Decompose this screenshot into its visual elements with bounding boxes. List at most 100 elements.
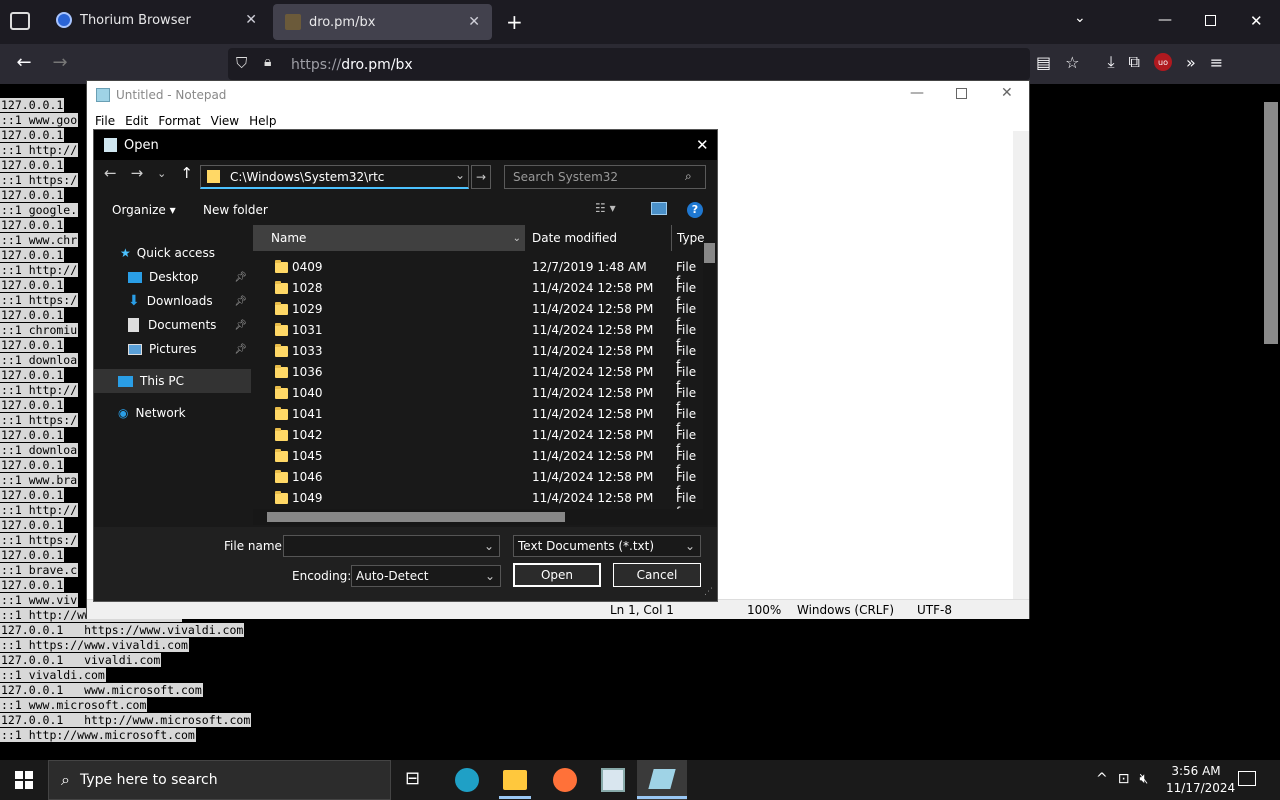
organize-button[interactable]: Organize ▾ <box>112 203 176 217</box>
go-arrow-icon[interactable]: → <box>471 165 491 189</box>
pin-icon[interactable]: 📌︎ <box>234 320 247 331</box>
pin-icon[interactable]: 📌︎ <box>234 272 247 283</box>
column-header-name[interactable]: Name ⌄ <box>253 225 525 251</box>
menu-file[interactable]: File <box>95 114 115 128</box>
file-row[interactable]: 1046 11/4/2024 12:58 PM File f <box>253 467 703 498</box>
help-icon[interactable]: ? <box>687 202 703 218</box>
close-button[interactable]: ✕ <box>696 136 709 154</box>
shield-icon[interactable]: ⛉ <box>236 54 247 72</box>
file-row[interactable]: 1031 11/4/2024 12:58 PM File f <box>253 320 703 351</box>
downloads-icon[interactable]: ⤓ <box>1107 52 1114 72</box>
close-icon[interactable]: ✕ <box>468 14 480 30</box>
notepad-scrollbar[interactable] <box>1013 131 1029 599</box>
notepad-titlebar[interactable]: Untitled - Notepad — ✕ <box>87 81 1029 109</box>
chevron-up-icon[interactable]: ^ <box>1096 771 1108 787</box>
notifications-icon[interactable] <box>1238 771 1256 786</box>
minimize-button[interactable]: — <box>910 85 924 101</box>
chevron-down-icon[interactable]: ⌄ <box>1074 10 1086 26</box>
clock[interactable]: 3:56 AM 11/17/2024 <box>1166 763 1235 797</box>
tab-dro[interactable]: dro.pm/bx ✕ <box>273 4 492 40</box>
task-view-icon[interactable]: ⊟ <box>405 768 429 792</box>
chevron-down-icon[interactable]: ⌄ <box>513 233 521 244</box>
preview-pane-icon[interactable] <box>651 202 667 215</box>
menu-edit[interactable]: Edit <box>125 114 148 128</box>
address-bar[interactable]: C:\Windows\System32\rtc ⌄ <box>200 165 469 189</box>
overflow-icon[interactable]: » <box>1186 53 1196 72</box>
chevron-down-icon[interactable]: ⌄ <box>455 168 465 182</box>
nav-downloads[interactable]: ⬇ Downloads 📌︎ <box>94 289 251 313</box>
new-folder-button[interactable]: New folder <box>203 203 268 217</box>
network-icon[interactable]: ⊡ <box>1118 771 1130 787</box>
resize-grip[interactable]: ⋰ <box>704 587 713 597</box>
new-tab-button[interactable]: + <box>506 10 523 34</box>
menu-icon[interactable]: ≡ <box>1210 53 1223 72</box>
pin-icon[interactable]: 📌︎ <box>234 296 247 307</box>
address-text[interactable]: C:\Windows\System32\rtc <box>230 170 384 184</box>
restore-button[interactable] <box>1205 15 1216 26</box>
encoding-select[interactable]: Auto-Detect ⌄ <box>351 565 501 587</box>
chevron-down-icon[interactable]: ⌄ <box>685 539 695 553</box>
minimize-button[interactable]: — <box>1158 12 1172 28</box>
up-button[interactable]: ↑ <box>180 164 193 182</box>
nav-this-pc[interactable]: This PC <box>94 369 251 393</box>
bookmark-star-icon[interactable]: ☆ <box>1065 53 1079 72</box>
close-icon[interactable]: ✕ <box>245 12 257 28</box>
chevron-down-icon[interactable]: ⌄ <box>485 569 495 583</box>
recent-locations-icon[interactable]: ⌄ <box>157 167 166 180</box>
dialog-titlebar[interactable]: Open ✕ <box>94 130 717 160</box>
app-icon[interactable] <box>601 768 625 792</box>
file-row[interactable]: 1036 11/4/2024 12:58 PM File f <box>253 362 703 393</box>
column-header-date[interactable]: Date modified <box>527 225 667 251</box>
file-row[interactable]: 1045 11/4/2024 12:58 PM File f <box>253 446 703 477</box>
extensions-icon[interactable]: ⧉ <box>1129 52 1140 72</box>
ublock-icon[interactable]: uo <box>1153 53 1172 71</box>
file-row[interactable]: 1028 11/4/2024 12:58 PM File f <box>253 278 703 309</box>
vertical-scrollbar[interactable] <box>703 241 716 509</box>
taskbar-search[interactable]: ⌕ Type here to search <box>48 760 391 800</box>
file-row[interactable]: 1042 11/4/2024 12:58 PM File f <box>253 425 703 456</box>
tab-thorium[interactable]: Thorium Browser ✕ <box>44 0 269 40</box>
forward-button[interactable]: → <box>46 52 74 73</box>
windows-start-icon[interactable] <box>15 771 33 789</box>
search-input[interactable]: Search System32 ⌕ <box>504 165 706 189</box>
url-text[interactable]: https://dro.pm/bx <box>291 57 413 73</box>
cancel-button[interactable]: Cancel <box>613 563 701 587</box>
back-button[interactable]: ← <box>10 52 38 73</box>
maximize-button[interactable] <box>956 88 967 99</box>
tab-overview-icon[interactable] <box>10 12 30 30</box>
edge-icon[interactable] <box>455 768 479 792</box>
scrollbar-thumb[interactable] <box>267 512 565 522</box>
menu-view[interactable]: View <box>211 114 239 128</box>
close-button[interactable]: ✕ <box>1001 85 1013 101</box>
page-scrollbar-thumb[interactable] <box>1264 102 1278 344</box>
file-row[interactable]: 1049 11/4/2024 12:58 PM File f <box>253 488 703 509</box>
view-options-icon[interactable]: ☷ ▾ <box>595 201 616 215</box>
file-type-select[interactable]: Text Documents (*.txt) ⌄ <box>513 535 701 557</box>
nav-pictures[interactable]: Pictures 📌︎ <box>94 337 251 361</box>
scrollbar-thumb[interactable] <box>704 243 715 263</box>
window-close-button[interactable]: ✕ <box>1250 12 1263 30</box>
notepad-taskbar-button[interactable] <box>637 760 687 800</box>
menu-format[interactable]: Format <box>158 114 200 128</box>
nav-desktop[interactable]: Desktop 📌︎ <box>94 265 251 289</box>
back-button[interactable]: ← <box>104 164 117 182</box>
file-row[interactable]: 1041 11/4/2024 12:58 PM File f <box>253 404 703 435</box>
file-row[interactable]: 1033 11/4/2024 12:58 PM File f <box>253 341 703 372</box>
firefox-icon[interactable] <box>553 768 577 792</box>
file-explorer-icon[interactable] <box>503 770 527 790</box>
lock-icon[interactable]: 🔒︎ <box>264 54 271 70</box>
reader-view-icon[interactable]: ▤ <box>1036 53 1051 72</box>
nav-documents[interactable]: Documents 📌︎ <box>94 313 251 337</box>
file-row[interactable]: 1029 11/4/2024 12:58 PM File f <box>253 299 703 330</box>
menu-help[interactable]: Help <box>249 114 276 128</box>
pin-icon[interactable]: 📌︎ <box>234 344 247 355</box>
chevron-down-icon[interactable]: ⌄ <box>484 539 494 553</box>
file-name-input[interactable]: ⌄ <box>283 535 500 557</box>
file-row[interactable]: 1040 11/4/2024 12:58 PM File f <box>253 383 703 414</box>
nav-network[interactable]: ◉ Network <box>94 401 251 425</box>
volume-muted-icon[interactable]: 🔇︎ <box>1139 771 1148 787</box>
nav-quick-access[interactable]: ★ Quick access <box>94 241 251 265</box>
open-button[interactable]: Open <box>513 563 601 587</box>
file-row[interactable]: 0409 12/7/2019 1:48 AM File f <box>253 257 703 288</box>
horizontal-scrollbar[interactable] <box>253 509 716 525</box>
